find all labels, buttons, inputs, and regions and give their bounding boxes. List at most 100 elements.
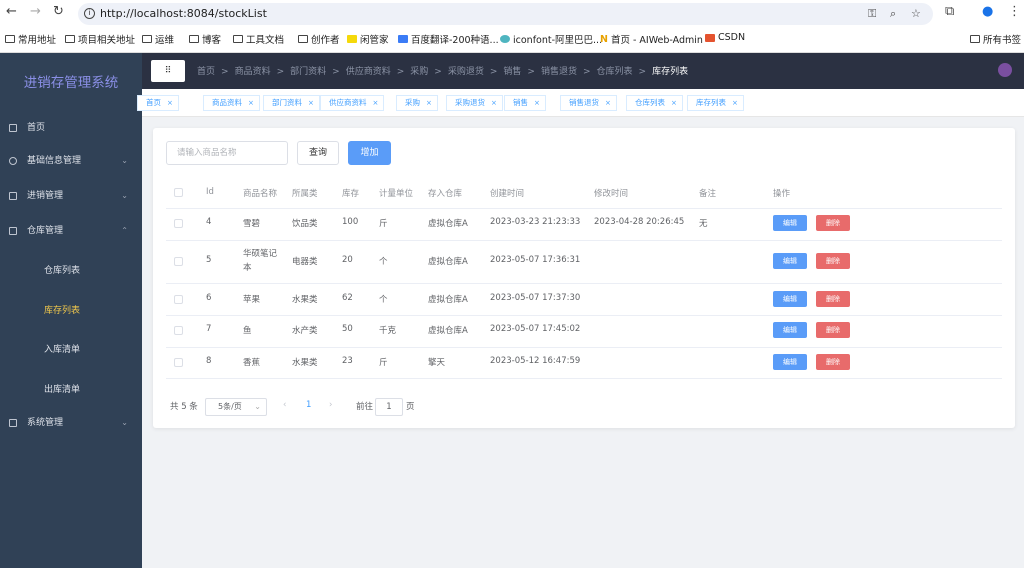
page-1[interactable]: 1 [306, 400, 311, 410]
menu-icon[interactable]: ⋮ [1008, 4, 1021, 19]
menu-stock-list[interactable]: 库存列表 [0, 301, 142, 321]
menu-outbound-list[interactable]: 出库清单 [0, 380, 142, 400]
tag-item[interactable]: 仓库列表 × [626, 95, 683, 111]
edit-button[interactable]: 编辑 [773, 253, 807, 269]
tag-item[interactable]: 供应商资料 × [320, 95, 385, 111]
close-icon[interactable]: × [248, 99, 254, 107]
delete-button[interactable]: 删除 [816, 354, 850, 370]
select-all-checkbox[interactable] [174, 188, 183, 197]
column-header: 库存 [342, 189, 360, 199]
tag-item[interactable]: 库存列表 × [687, 95, 744, 111]
menu-toggle-icon[interactable]: ⠿ [151, 60, 185, 82]
prev-page-icon[interactable]: ‹ [283, 400, 286, 410]
divider [166, 240, 1002, 241]
next-page-icon[interactable]: › [329, 400, 332, 410]
tag-item[interactable]: 首页 × [137, 95, 179, 111]
close-icon[interactable]: × [426, 99, 432, 107]
edit-button[interactable]: 编辑 [773, 354, 807, 370]
menu-system[interactable]: 系统管理 ⌄ [0, 413, 142, 433]
folder-icon [233, 35, 243, 43]
menu-home[interactable]: 首页 [0, 118, 142, 138]
close-icon[interactable]: × [491, 99, 497, 107]
home-icon [9, 124, 17, 132]
key-icon[interactable]: ⚿ [868, 3, 876, 25]
close-icon[interactable]: × [732, 99, 738, 107]
tag-item[interactable]: 销售退货 × [560, 95, 617, 111]
delete-button[interactable]: 删除 [816, 253, 850, 269]
tag-item[interactable]: 销售 × [504, 95, 546, 111]
table-cell: 电器类 [292, 257, 318, 267]
tag-item[interactable]: 商品资料 × [203, 95, 260, 111]
row-checkbox[interactable] [174, 219, 183, 228]
add-button[interactable]: 增加 [348, 141, 391, 165]
bookmark[interactable]: 博客 [189, 32, 221, 46]
menu-label: 系统管理 [27, 418, 64, 428]
breadcrumb-item[interactable]: 销售 [503, 67, 521, 77]
bookmark[interactable]: 闲管家 [347, 32, 389, 46]
tag-item[interactable]: 部门资料 × [263, 95, 320, 111]
address-bar[interactable]: i http://localhost:8084/stockList ⚿ ⌕ ☆ [78, 3, 933, 25]
page-size-select[interactable]: 5条/页 ⌄ [205, 398, 267, 416]
delete-button[interactable]: 删除 [816, 215, 850, 231]
bookmark[interactable]: iconfont-阿里巴巴... [500, 32, 602, 46]
menu-purchase-sales[interactable]: 进销管理 ⌄ [0, 186, 142, 206]
bookmark-label: CSDN [718, 32, 746, 43]
breadcrumb-item[interactable]: 仓库列表 [597, 67, 633, 77]
bookmark[interactable]: 项目相关地址 [65, 32, 135, 46]
close-icon[interactable]: × [534, 99, 540, 107]
tag-item[interactable]: 采购退货 × [446, 95, 503, 111]
forward-icon[interactable]: → [30, 4, 41, 19]
avatar[interactable] [998, 63, 1012, 77]
row-checkbox[interactable] [174, 326, 183, 335]
row-checkbox[interactable] [174, 295, 183, 304]
bookmark[interactable]: 百度翻译-200种语... [398, 32, 499, 46]
close-icon[interactable]: × [308, 99, 314, 107]
bookmark[interactable]: 工具文档 [233, 32, 284, 46]
row-checkbox[interactable] [174, 358, 183, 367]
bookmark[interactable]: 常用地址 [5, 32, 56, 46]
bookmark[interactable]: 运维 [142, 32, 174, 46]
reload-icon[interactable]: ↻ [53, 4, 64, 19]
info-icon[interactable]: i [84, 8, 95, 19]
edit-button[interactable]: 编辑 [773, 215, 807, 231]
menu-basic-info[interactable]: 基础信息管理 ⌄ [0, 151, 142, 171]
edit-button[interactable]: 编辑 [773, 291, 807, 307]
menu-label: 进销管理 [27, 191, 64, 201]
bookmark[interactable]: N 首页 - AIWeb-Admin [600, 32, 703, 47]
goto-page-input[interactable]: 1 [375, 398, 403, 416]
breadcrumb-item[interactable]: 首页 [197, 67, 215, 77]
extensions-icon[interactable]: ⧉ [945, 4, 954, 19]
table-cell: 鱼 [243, 326, 252, 336]
table-cell: 香蕉 [243, 358, 261, 368]
close-icon[interactable]: × [373, 99, 379, 107]
bookmark[interactable]: CSDN [705, 32, 745, 43]
breadcrumb-item[interactable]: 部门资料 [290, 67, 326, 77]
bookmark[interactable]: 创作者 [298, 32, 340, 46]
breadcrumb-item[interactable]: 采购 [410, 67, 428, 77]
delete-button[interactable]: 删除 [816, 322, 850, 338]
search-input[interactable]: 请输入商品名称 [166, 141, 288, 165]
close-icon[interactable]: × [671, 99, 677, 107]
breadcrumb-item[interactable]: 销售退货 [541, 67, 577, 77]
breadcrumb-item[interactable]: 商品资料 [235, 67, 271, 77]
csdn-icon [705, 33, 715, 42]
close-icon[interactable]: × [167, 99, 173, 107]
menu-warehouse[interactable]: 仓库管理 ⌃ [0, 221, 142, 241]
zoom-icon[interactable]: ⌕ [890, 3, 896, 25]
table-cell: 100 [342, 217, 359, 227]
query-button[interactable]: 查询 [297, 141, 339, 165]
delete-button[interactable]: 删除 [816, 291, 850, 307]
tag-item[interactable]: 采购 × [396, 95, 438, 111]
edit-button[interactable]: 编辑 [773, 322, 807, 338]
close-icon[interactable]: × [605, 99, 611, 107]
back-icon[interactable]: ← [6, 4, 17, 19]
row-checkbox[interactable] [174, 257, 183, 266]
breadcrumb-item[interactable]: 供应商资料 [346, 67, 391, 77]
menu-warehouse-list[interactable]: 仓库列表 [0, 261, 142, 281]
profile-icon[interactable]: ● [982, 4, 993, 19]
bookmark-label: 项目相关地址 [78, 35, 136, 46]
menu-inbound-list[interactable]: 入库清单 [0, 340, 142, 360]
star-icon[interactable]: ☆ [911, 3, 921, 25]
breadcrumb-item[interactable]: 采购退货 [448, 67, 484, 77]
all-bookmarks[interactable]: 所有书签 [970, 32, 1021, 46]
